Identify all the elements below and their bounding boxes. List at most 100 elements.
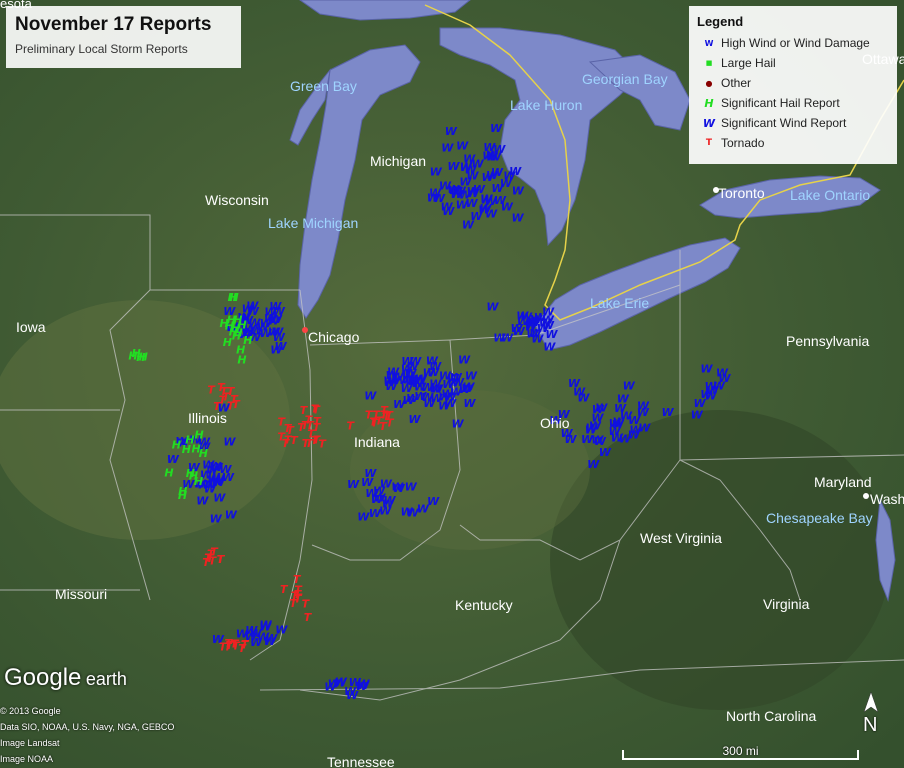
map-title: November 17 Reports xyxy=(15,14,212,35)
wind-report-marker: W xyxy=(490,122,503,135)
wind-report-marker: W xyxy=(493,143,506,156)
legend-row-large-hail: ■ Large Hail xyxy=(697,53,889,73)
legend-label: Tornado xyxy=(721,136,765,150)
wind-report-marker: W xyxy=(264,635,277,648)
label-lake-ontario: Lake Ontario xyxy=(790,187,870,203)
label-michigan: Michigan xyxy=(370,153,426,169)
legend-label: High Wind or Wind Damage xyxy=(721,36,870,50)
legend-label: Large Hail xyxy=(721,56,776,70)
wind-report-marker: W xyxy=(467,185,480,198)
label-ohio: Ohio xyxy=(540,415,570,431)
wind-report-marker: W xyxy=(716,367,729,380)
wind-report-marker: W xyxy=(365,487,378,500)
legend-label: Significant Hail Report xyxy=(721,96,840,110)
wind-report-marker: W xyxy=(275,340,288,353)
label-chesapeake-bay: Chesapeake Bay xyxy=(766,510,873,526)
attribution-data: Data SIO, NOAA, U.S. Navy, NGA, GEBCO xyxy=(0,722,175,732)
wind-report-marker: W xyxy=(211,461,224,474)
wind-report-marker: W xyxy=(586,422,599,435)
significant-hail-icon: H xyxy=(704,96,714,110)
wind-report-marker: W xyxy=(430,165,443,178)
wind-damage-icon: W xyxy=(704,38,714,48)
label-kentucky: Kentucky xyxy=(455,597,513,613)
hail-report-marker: H xyxy=(223,336,232,349)
wind-report-marker: W xyxy=(617,393,630,406)
label-lake-huron: Lake Huron xyxy=(510,97,582,113)
wind-report-marker: W xyxy=(405,480,418,493)
label-georgian-bay: Georgian Bay xyxy=(582,71,668,87)
wind-report-marker: W xyxy=(463,397,476,410)
wind-report-marker: W xyxy=(357,678,370,691)
wind-report-marker: W xyxy=(210,513,223,526)
wind-report-marker: W xyxy=(591,434,604,447)
wind-report-marker: W xyxy=(501,201,514,214)
hail-report-marker: H xyxy=(231,321,240,334)
hail-report-marker: H xyxy=(164,466,173,479)
wind-report-marker: W xyxy=(417,502,430,515)
wind-report-marker: W xyxy=(441,142,454,155)
scale-bar: 300 mi xyxy=(622,744,859,764)
wind-report-marker: W xyxy=(269,300,282,313)
wind-report-marker: W xyxy=(383,374,396,387)
wind-report-marker: W xyxy=(380,477,393,490)
legend-row-sig-hail: H Significant Hail Report xyxy=(697,93,889,113)
wind-report-marker: W xyxy=(452,417,465,430)
city-dot-toronto xyxy=(713,187,719,193)
wind-report-marker: W xyxy=(429,377,442,390)
wind-report-marker: W xyxy=(347,478,360,491)
wind-report-marker: W xyxy=(271,326,284,339)
label-illinois: Illinois xyxy=(188,410,227,426)
scale-label: 300 mi xyxy=(722,744,759,758)
label-pennsylvania: Pennsylvania xyxy=(786,333,869,349)
legend-panel: Legend W High Wind or Wind Damage ■ Larg… xyxy=(689,6,897,164)
legend-label: Significant Wind Report xyxy=(721,116,847,130)
wind-report-marker: W xyxy=(259,620,272,633)
hail-report-marker: H xyxy=(182,443,191,456)
north-arrow-icon xyxy=(863,691,879,713)
legend-row-wind: W High Wind or Wind Damage xyxy=(697,33,889,53)
wind-report-marker: W xyxy=(464,164,477,177)
wind-report-marker: W xyxy=(700,363,713,376)
other-report-icon: ● xyxy=(705,78,713,88)
google-earth-logo: Google earth xyxy=(4,664,127,692)
north-arrow: N xyxy=(858,690,884,740)
wind-report-marker: W xyxy=(447,160,460,173)
attribution-landsat: Image Landsat xyxy=(0,738,60,748)
hail-report-marker: H xyxy=(199,447,208,460)
earth-wordmark: earth xyxy=(85,669,127,689)
wind-report-marker: W xyxy=(537,322,550,335)
hail-report-marker: H xyxy=(195,428,204,441)
legend-row-other: ● Other xyxy=(697,73,889,93)
google-wordmark: Google xyxy=(4,664,82,691)
hail-report-marker: H xyxy=(172,438,181,451)
wind-report-marker: W xyxy=(466,197,479,210)
label-lake-erie: Lake Erie xyxy=(590,295,649,311)
wind-report-marker: W xyxy=(364,467,377,480)
label-wisconsin: Wisconsin xyxy=(205,192,269,208)
city-dot-chicago xyxy=(302,327,308,333)
wind-report-marker: W xyxy=(486,301,499,314)
label-tennessee: Tennessee xyxy=(327,754,395,768)
wind-report-marker: W xyxy=(213,492,226,505)
wind-report-marker: W xyxy=(247,305,260,318)
attribution-noaa: Image NOAA xyxy=(0,754,54,764)
wind-report-marker: W xyxy=(448,184,461,197)
large-hail-icon: ■ xyxy=(705,59,713,67)
wind-report-marker: W xyxy=(414,390,427,403)
wind-report-marker: W xyxy=(384,494,397,507)
legend-label: Other xyxy=(721,76,752,90)
label-washington: Wash xyxy=(870,491,904,507)
significant-wind-icon: W xyxy=(702,116,716,130)
wind-report-marker: W xyxy=(444,397,457,410)
wind-report-marker: W xyxy=(225,509,238,522)
wind-report-marker: W xyxy=(637,406,650,419)
wind-report-marker: W xyxy=(414,373,427,386)
wind-report-marker: W xyxy=(429,187,442,200)
wind-report-marker: W xyxy=(196,494,209,507)
legend-row-sig-wind: W Significant Wind Report xyxy=(697,113,889,133)
wind-report-marker: W xyxy=(456,140,469,153)
wind-report-marker: W xyxy=(328,678,341,691)
hail-report-marker: H xyxy=(220,317,229,330)
wind-report-marker: W xyxy=(503,170,516,183)
wind-report-marker: W xyxy=(619,433,632,446)
